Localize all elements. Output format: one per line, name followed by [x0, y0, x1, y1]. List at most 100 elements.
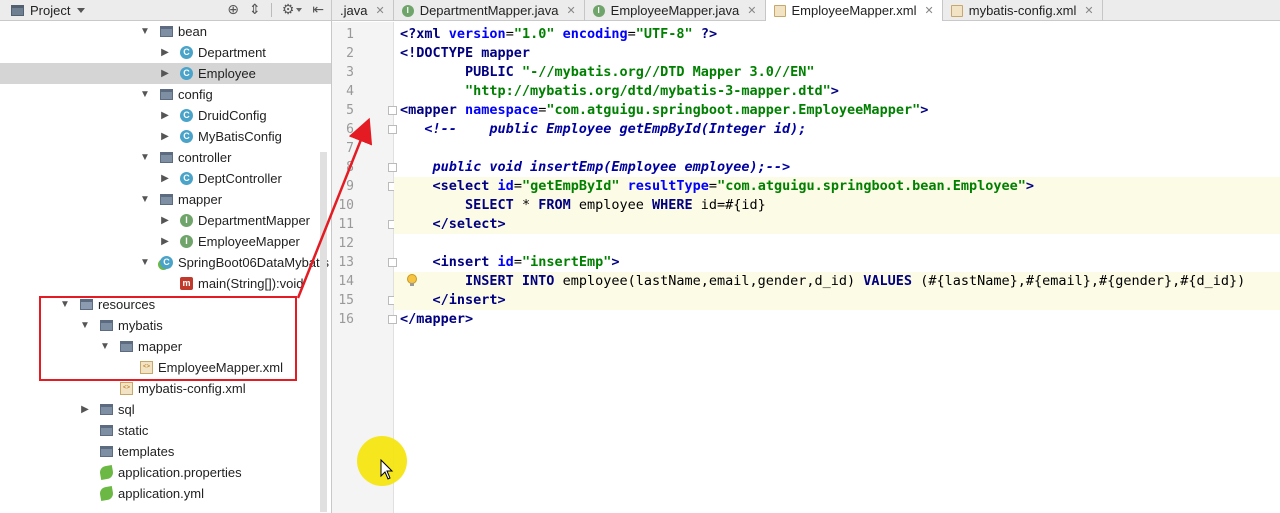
chevron-down-icon[interactable]: ▼	[140, 252, 150, 273]
code-line[interactable]: <!DOCTYPE mapper	[394, 44, 1280, 63]
code-line[interactable]	[394, 139, 1280, 158]
locate-icon[interactable]: ⊕	[227, 2, 239, 18]
code-line[interactable]: "http://mybatis.org/dtd/mybatis-3-mapper…	[394, 82, 1280, 101]
tree-item[interactable]: application.properties	[0, 462, 331, 483]
chevron-down-icon[interactable]: ▼	[140, 21, 150, 42]
tree-item[interactable]: ▼ mapper	[0, 189, 331, 210]
tree-item[interactable]: application.yml	[0, 483, 331, 504]
editor-tab[interactable]: .java ✕	[332, 0, 394, 21]
tree-item[interactable]: templates	[0, 441, 331, 462]
editor-tab[interactable]: mybatis-config.xml ✕	[943, 0, 1103, 21]
tree-item[interactable]: ▼ bean	[0, 21, 331, 42]
tree-item[interactable]: ▼ config	[0, 84, 331, 105]
code-line[interactable]: </mapper>	[394, 310, 1280, 329]
tree-item[interactable]: <> EmployeeMapper.xml	[0, 357, 331, 378]
code-token: "com.atguigu.springboot.bean.Employee"	[717, 178, 1026, 194]
code-line[interactable]: </insert>	[394, 291, 1280, 310]
code-line[interactable]: INSERT INTO employee(lastName,email,gend…	[394, 272, 1280, 291]
chevron-right-icon[interactable]: ▶	[160, 231, 170, 252]
code-line[interactable]: <insert id="insertEmp">	[394, 253, 1280, 272]
tree-item[interactable]: ▶ I EmployeeMapper	[0, 231, 331, 252]
code-line[interactable]: public void insertEmp(Employee employee)…	[394, 158, 1280, 177]
project-tree: ▼ bean ▶ C Department ▶ C Employee ▼ config ▶ C Drui…	[0, 21, 331, 504]
tree-item[interactable]: ▶ C DruidConfig	[0, 105, 331, 126]
chevron-right-icon[interactable]: ▶	[160, 210, 170, 231]
code-editor[interactable]: 1 2 3 4 5 6 7 8 9 10 11 12 13 14 15 16 <?xml version="1…	[332, 22, 1280, 513]
close-icon[interactable]: ✕	[375, 4, 384, 17]
tree-item-label: MyBatisConfig	[198, 129, 282, 144]
hide-icon[interactable]: ⇤	[312, 2, 324, 18]
code-token: "com.atguigu.springboot.mapper.EmployeeM…	[546, 102, 921, 118]
tree-item[interactable]: static	[0, 420, 331, 441]
code-line[interactable]: SELECT * FROM employee WHERE id=#{id}	[394, 196, 1280, 215]
editor-tab[interactable]: EmployeeMapper.xml ✕	[765, 0, 943, 21]
code-line[interactable]: <?xml version="1.0" encoding="UTF-8" ?>	[394, 25, 1280, 44]
tree-item[interactable]: ▶ C Department	[0, 42, 331, 63]
tree-item[interactable]: ▼ mybatis	[0, 315, 331, 336]
code-line[interactable]: <!-- public Employee getEmpById(Integer …	[394, 120, 1280, 139]
chevron-right-icon[interactable]: ▶	[160, 63, 170, 84]
chevron-right-icon[interactable]: ▶	[160, 168, 170, 189]
tree-item[interactable]: ▶ sql	[0, 399, 331, 420]
line-number: 13	[338, 255, 354, 270]
chevron-down-icon[interactable]: ▼	[60, 294, 70, 315]
chevron-down-icon[interactable]: ▼	[100, 336, 110, 357]
close-icon[interactable]: ✕	[747, 4, 756, 17]
line-number: 9	[346, 179, 354, 194]
lightbulb-icon[interactable]	[406, 274, 418, 288]
tree-item[interactable]: ▶ C MyBatisConfig	[0, 126, 331, 147]
tree-item-label: config	[178, 87, 213, 102]
chevron-down-icon	[77, 7, 86, 13]
folder-icon	[160, 152, 173, 163]
editor-tab[interactable]: I EmployeeMapper.java ✕	[585, 0, 766, 21]
tree-item[interactable]: m main(String[]):void	[0, 273, 331, 294]
code-token: >	[1025, 178, 1035, 194]
chevron-right-icon[interactable]: ▶	[80, 399, 90, 420]
tab-label: DepartmentMapper.java	[419, 3, 559, 18]
editor-tab-bar: .java ✕ I DepartmentMapper.java ✕ I EmployeeMa…	[332, 0, 1280, 21]
project-view-selector[interactable]: Project	[30, 3, 86, 18]
tree-item[interactable]: ▼ C SpringBoot06DataMybatis	[0, 252, 331, 273]
tree-item-label: templates	[118, 444, 175, 459]
tree-item[interactable]: ▶ C Employee	[0, 63, 331, 84]
chevron-right-icon[interactable]: ▶	[160, 105, 170, 126]
code-token: =	[505, 26, 514, 42]
code-token: namespace	[465, 102, 539, 118]
close-icon[interactable]: ✕	[925, 4, 934, 17]
editor-tab[interactable]: I DepartmentMapper.java ✕	[394, 0, 585, 21]
code-token: public void insertEmp(Employee employee)…	[400, 159, 791, 175]
code-line[interactable]: </select>	[394, 215, 1280, 234]
chevron-down-icon[interactable]: ▼	[140, 189, 150, 210]
tree-scrollbar[interactable]	[320, 152, 327, 512]
close-icon[interactable]: ✕	[566, 4, 575, 17]
tree-item[interactable]: ▼ mapper	[0, 336, 331, 357]
chevron-right-icon[interactable]: ▶	[160, 42, 170, 63]
chevron-down-icon[interactable]: ▼	[140, 147, 150, 168]
tree-item[interactable]: ▶ C DeptController	[0, 168, 331, 189]
chevron-down-icon[interactable]: ▼	[140, 84, 150, 105]
tree-item[interactable]: ▼ controller	[0, 147, 331, 168]
tree-item[interactable]: <> mybatis-config.xml	[0, 378, 331, 399]
chevron-right-icon[interactable]: ▶	[160, 126, 170, 147]
code-line[interactable]: <select id="getEmpById" resultType="com.…	[394, 177, 1280, 196]
chevron-down-icon[interactable]: ▼	[80, 315, 90, 336]
code-token: ?>	[700, 26, 718, 42]
tree-item-label: controller	[178, 150, 232, 165]
gear-icon[interactable]: ⚙	[282, 2, 303, 18]
code-line[interactable]: PUBLIC "-//mybatis.org//DTD Mapper 3.0//…	[394, 63, 1280, 82]
code-line[interactable]	[394, 234, 1280, 253]
code-area[interactable]: <?xml version="1.0" encoding="UTF-8" ?> <…	[394, 22, 1280, 513]
code-line[interactable]: <mapper namespace="com.atguigu.springboo…	[394, 101, 1280, 120]
close-icon[interactable]: ✕	[1084, 4, 1093, 17]
tree-item[interactable]: ▼ resources	[0, 294, 331, 315]
code-token: SELECT	[465, 197, 514, 213]
tree-item[interactable]: ▶ I DepartmentMapper	[0, 210, 331, 231]
code-token: WHERE	[652, 197, 693, 213]
collapse-all-icon[interactable]: ⇕	[249, 2, 261, 18]
folder-icon	[100, 404, 113, 415]
tree-item-label: Employee	[198, 66, 256, 81]
